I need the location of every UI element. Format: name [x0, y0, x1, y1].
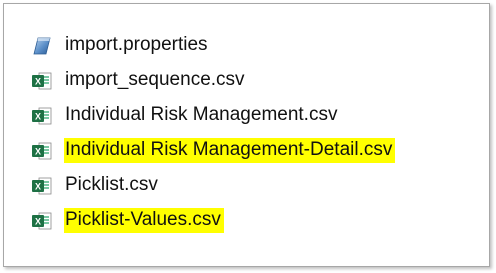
- file-name: Picklist.csv: [65, 174, 158, 195]
- file-item-import-properties[interactable]: import.properties: [31, 28, 395, 63]
- file-item-individual-risk-management-csv[interactable]: X Individual Risk Management.csv: [31, 98, 395, 133]
- excel-csv-icon: X: [31, 106, 53, 126]
- file-item-individual-risk-management-detail-csv[interactable]: X Individual Risk Management-Detail.csv: [31, 133, 396, 168]
- properties-file-icon: [31, 36, 53, 56]
- excel-csv-icon: X: [31, 141, 53, 161]
- svg-text:X: X: [35, 76, 41, 86]
- file-name: import.properties: [65, 34, 208, 55]
- file-list: import.properties X import_sequence.csv: [31, 28, 396, 238]
- svg-text:X: X: [35, 111, 41, 121]
- file-list-panel: import.properties X import_sequence.csv: [3, 3, 490, 267]
- file-name-highlighted: Individual Risk Management-Detail.csv: [64, 138, 396, 163]
- file-name: import_sequence.csv: [65, 69, 245, 90]
- excel-csv-icon: X: [31, 71, 53, 91]
- excel-csv-icon: X: [31, 176, 53, 196]
- svg-text:X: X: [35, 216, 41, 226]
- file-name: Individual Risk Management.csv: [65, 104, 338, 125]
- excel-csv-icon: X: [31, 211, 53, 231]
- file-item-import-sequence-csv[interactable]: X import_sequence.csv: [31, 63, 395, 98]
- svg-text:X: X: [35, 181, 41, 191]
- file-name-highlighted: Picklist-Values.csv: [64, 208, 224, 233]
- file-item-picklist-csv[interactable]: X Picklist.csv: [31, 168, 395, 203]
- file-item-picklist-values-csv[interactable]: X Picklist-Values.csv: [31, 203, 395, 238]
- svg-text:X: X: [35, 146, 41, 156]
